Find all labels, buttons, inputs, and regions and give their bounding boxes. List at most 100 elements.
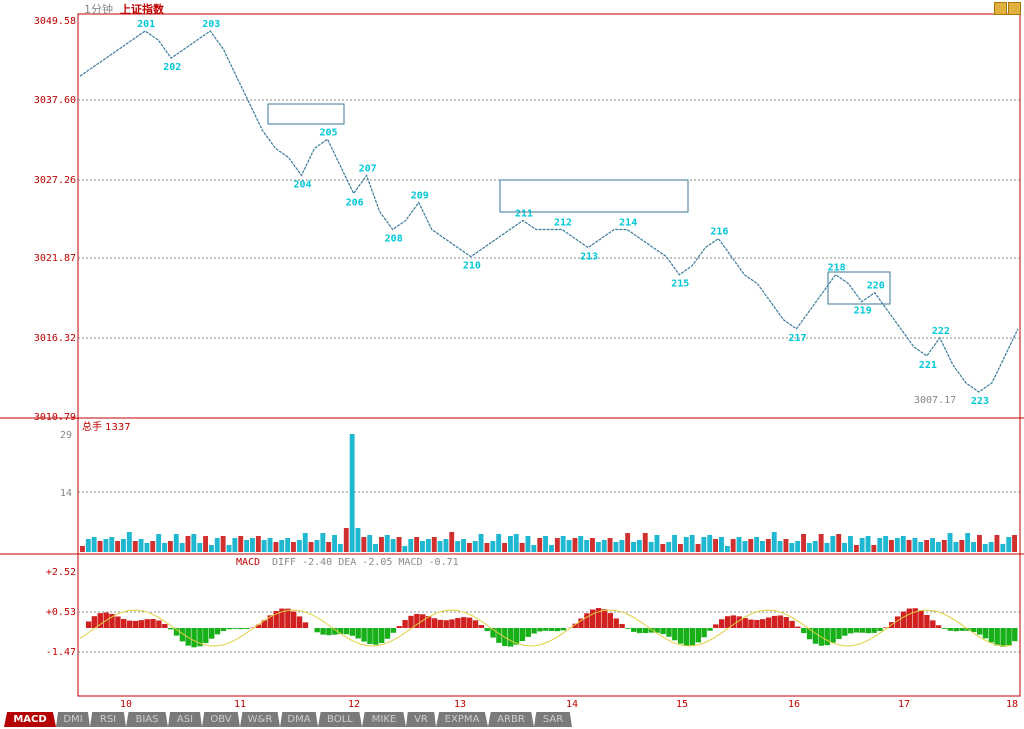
- price-panel-frame: [77, 13, 1021, 419]
- volume-bar: [613, 542, 619, 552]
- macd-y-label: +2.52: [46, 567, 76, 578]
- macd-bar: [115, 616, 121, 628]
- x-label: 14: [566, 699, 578, 710]
- macd-bar: [642, 628, 649, 634]
- x-label: 10: [120, 699, 132, 710]
- tab-vr[interactable]: VR: [406, 712, 436, 727]
- price-y-labels: 3049.58 3037.60 3027.26 3021.87 3016.32 …: [34, 16, 76, 423]
- macd-bar: [801, 628, 807, 634]
- macd-bar: [988, 628, 995, 643]
- price-marker-label: 201: [137, 19, 155, 30]
- volume-bar: [560, 536, 566, 552]
- x-label: 12: [348, 699, 360, 710]
- macd-bar: [302, 622, 309, 628]
- macd-bar: [373, 628, 379, 645]
- price-marker-label: 209: [411, 190, 429, 201]
- macd-bar: [244, 628, 250, 629]
- tab-bias[interactable]: BIAS: [126, 712, 168, 727]
- tab-expma[interactable]: EXPMA: [436, 712, 488, 727]
- volume-bar: [889, 540, 894, 552]
- volume-bar: [965, 533, 971, 552]
- maximize-icon[interactable]: [1008, 2, 1021, 15]
- volume-bar: [590, 538, 595, 552]
- macd-bar: [613, 618, 619, 628]
- x-label: 13: [454, 699, 466, 710]
- volume-bar: [349, 434, 355, 552]
- x-label: 17: [898, 699, 910, 710]
- macd-bar: [484, 628, 490, 632]
- macd-bar: [783, 617, 789, 628]
- volume-bar: [455, 541, 461, 552]
- volume-bar: [595, 542, 601, 552]
- volume-bar: [642, 533, 648, 552]
- macd-bar: [607, 613, 613, 628]
- price-marker-label: 222: [932, 326, 950, 337]
- volume-bar: [871, 545, 877, 552]
- volume-bar: [971, 542, 976, 552]
- volume-bar: [648, 542, 654, 552]
- tab-wr[interactable]: W&R: [240, 712, 280, 727]
- volume-bar: [695, 544, 701, 552]
- tab-boll[interactable]: BOLL: [318, 712, 362, 727]
- volume-bar: [959, 540, 965, 552]
- volume-bar: [144, 543, 150, 552]
- volume-bar: [812, 541, 818, 552]
- volume-bar: [115, 541, 121, 552]
- volume-bar: [156, 534, 162, 552]
- tab-asi[interactable]: ASI: [168, 712, 202, 727]
- restore-icon[interactable]: [994, 2, 1007, 15]
- volume-bar: [789, 543, 795, 552]
- macd-bar: [795, 626, 801, 628]
- tab-mike[interactable]: MIKE: [362, 712, 406, 727]
- macd-bar: [619, 624, 625, 628]
- volume-bar: [859, 538, 865, 552]
- tab-obv[interactable]: OBV: [202, 712, 240, 727]
- macd-bar: [660, 628, 666, 635]
- volume-bar: [748, 539, 754, 552]
- tab-macd[interactable]: MACD: [4, 712, 56, 727]
- volume-bar: [103, 539, 109, 552]
- volume-bar: [1000, 544, 1006, 552]
- volume-bar: [912, 538, 918, 552]
- tab-sar[interactable]: SAR: [534, 712, 572, 727]
- volume-bar: [672, 535, 677, 552]
- volume-bar: [162, 543, 167, 552]
- macd-bar: [214, 628, 221, 635]
- macd-bar: [812, 628, 819, 644]
- x-label: 15: [676, 699, 688, 710]
- macd-bar: [724, 616, 731, 628]
- stock-chart: 1分钟 上证指数 3049.58 3037.60 3027.26 3021.87…: [0, 2, 1024, 710]
- macd-bar: [941, 628, 948, 629]
- volume-bar: [848, 536, 853, 552]
- volume-bar: [472, 541, 478, 552]
- volume-bar: [291, 542, 296, 552]
- macd-bar: [1006, 628, 1012, 646]
- volume-bar: [947, 533, 953, 552]
- volume-bar: [461, 539, 466, 552]
- volume-bar: [191, 534, 197, 552]
- volume-bar: [273, 542, 279, 552]
- volume-bar: [279, 540, 285, 552]
- tab-rsi[interactable]: RSI: [90, 712, 126, 727]
- volume-bar: [783, 539, 789, 552]
- macd-bar: [877, 628, 883, 632]
- price-y-label: 3027.26: [34, 175, 76, 186]
- period-label: 1分钟: [84, 2, 113, 16]
- tab-dmi[interactable]: DMI: [56, 712, 90, 727]
- volume-title: 总手 1337: [82, 420, 131, 433]
- price-y-label: 3049.58: [34, 16, 76, 27]
- tab-arbr[interactable]: ARBR: [488, 712, 534, 727]
- volume-bar: [636, 540, 642, 552]
- volume-bar: [625, 533, 631, 552]
- volume-bar: [425, 539, 431, 552]
- volume-bar: [719, 537, 724, 552]
- macd-bar: [631, 628, 637, 632]
- volume-bar: [167, 541, 173, 552]
- macd-bar: [636, 628, 643, 634]
- macd-bar: [771, 615, 778, 628]
- macd-bar: [689, 628, 696, 646]
- macd-bar: [695, 628, 701, 643]
- price-marker-label: 212: [554, 218, 572, 229]
- tab-dma[interactable]: DMA: [280, 712, 318, 727]
- macd-bar: [238, 628, 244, 630]
